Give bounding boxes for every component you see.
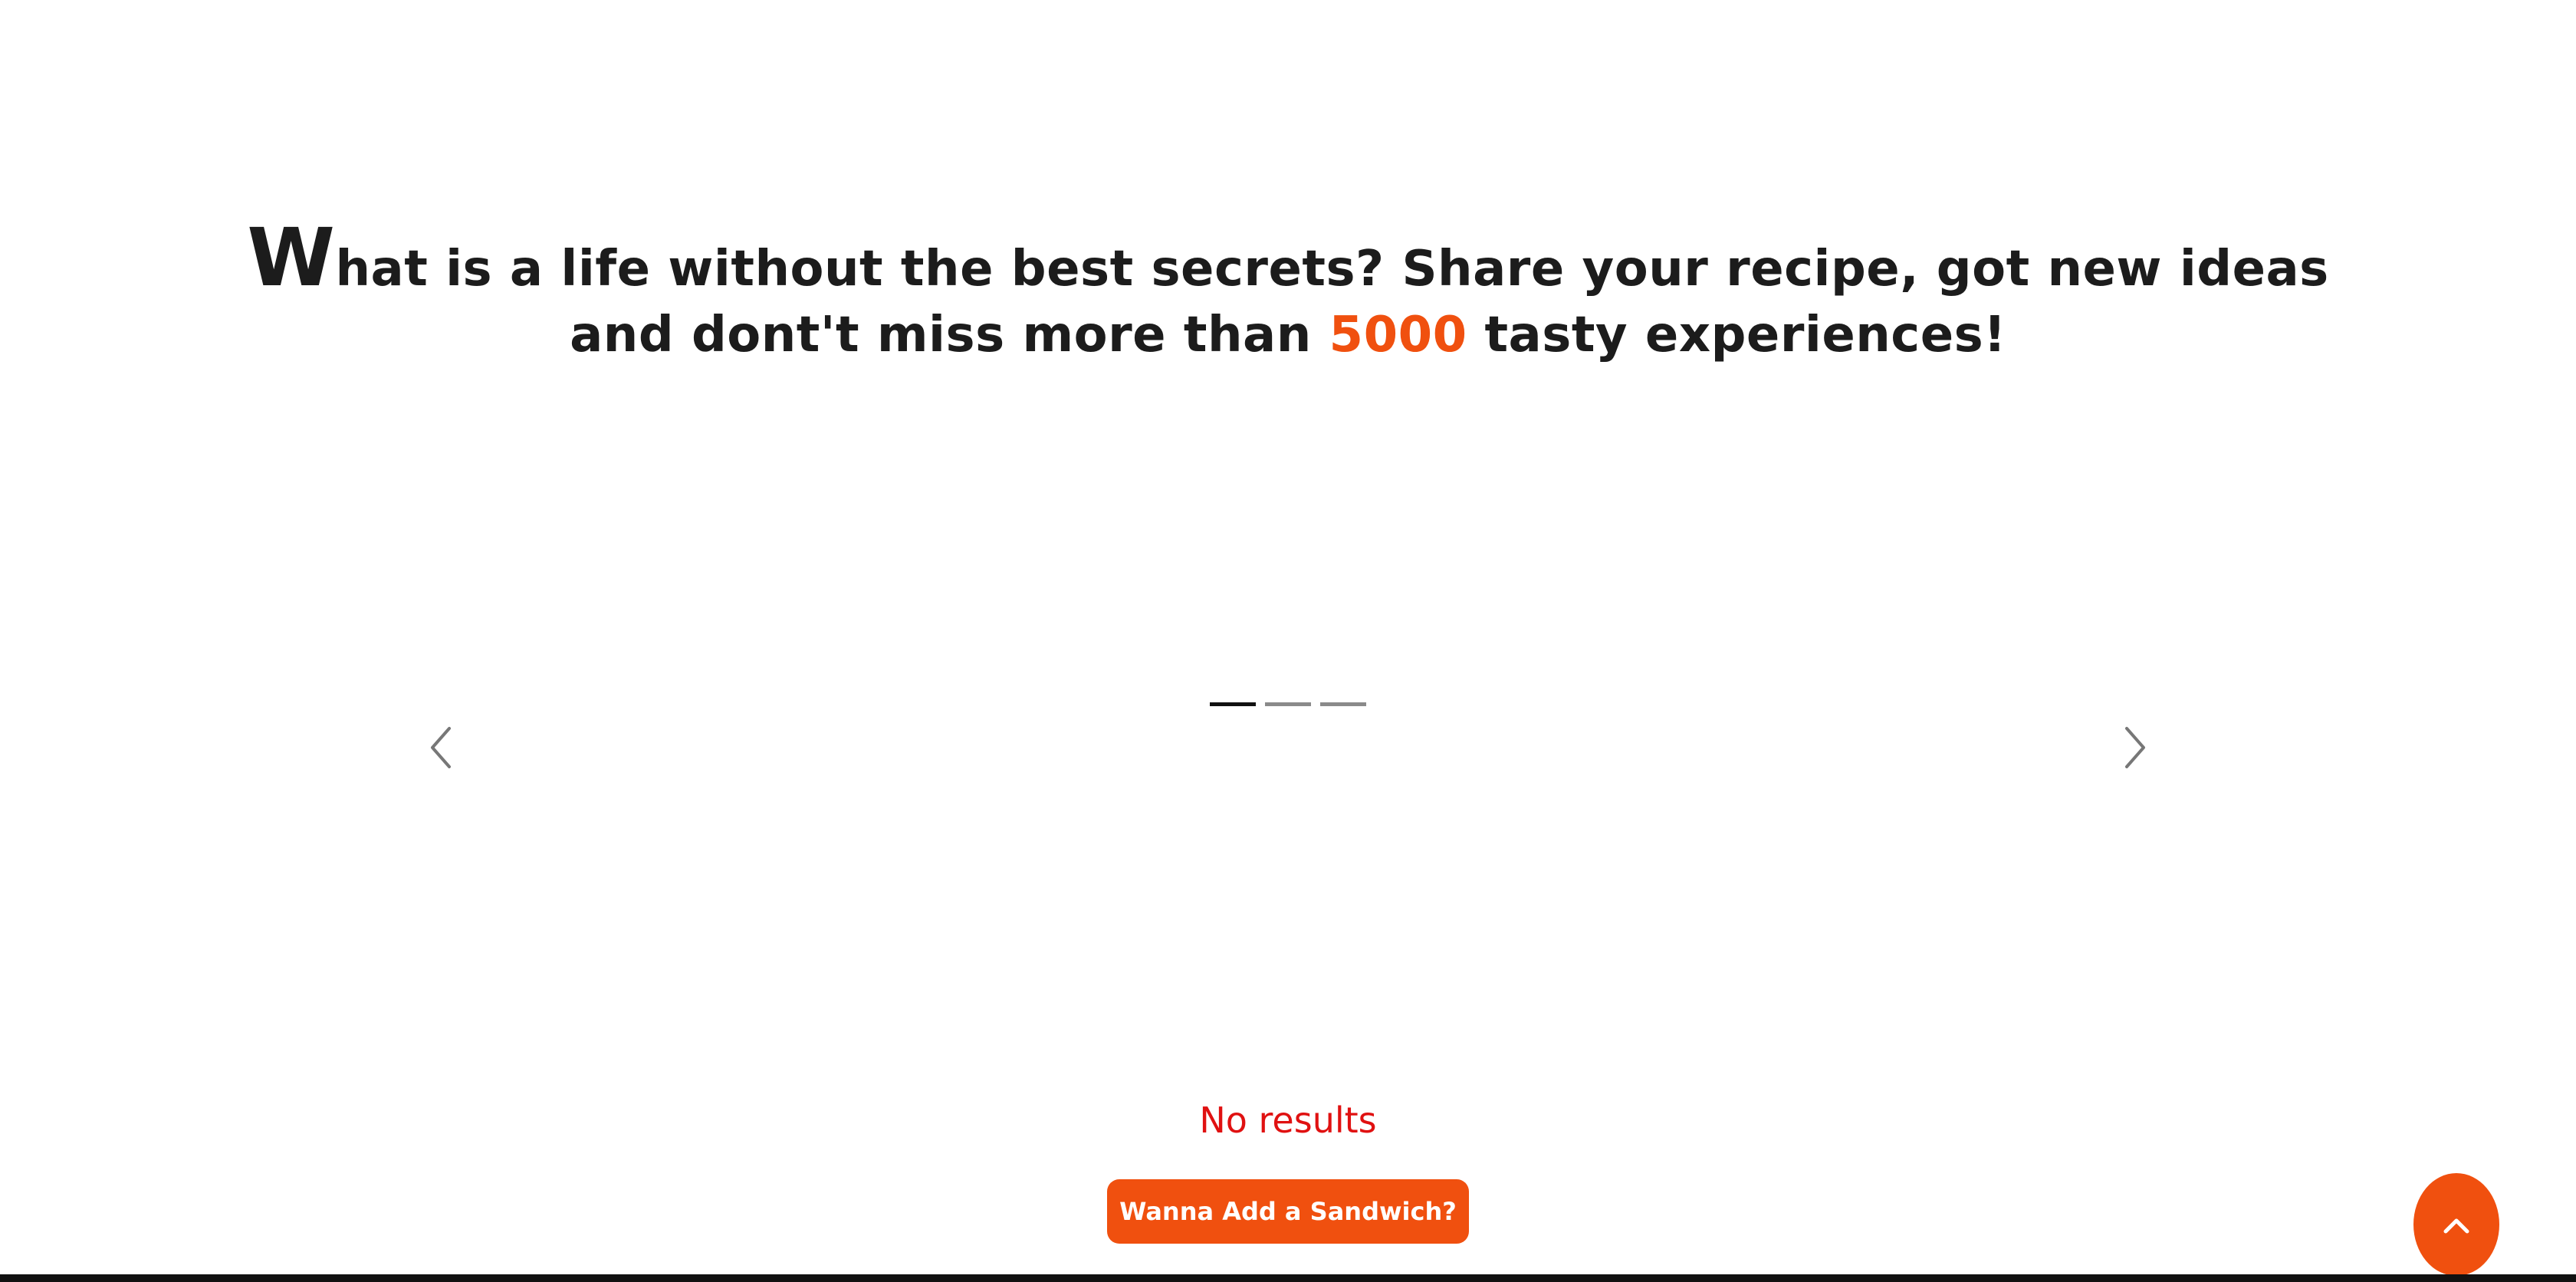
footer-bar <box>0 1274 2576 1282</box>
headline-line2-end: tasty experiences! <box>1467 306 2006 363</box>
carousel-indicator-2[interactable] <box>1265 702 1311 706</box>
headline-line2-start: and dont't miss more than <box>570 306 1329 363</box>
carousel-next-button[interactable] <box>2110 721 2156 774</box>
carousel-indicators <box>1210 702 1366 706</box>
scroll-to-top-button[interactable] <box>2413 1173 2499 1276</box>
carousel-indicator-1[interactable] <box>1210 702 1256 706</box>
chevron-left-icon <box>431 727 451 768</box>
recipe-count-highlight: 5000 <box>1329 306 1467 363</box>
page: What is a life without the best secrets?… <box>0 0 2576 1282</box>
carousel-indicator-3[interactable] <box>1320 702 1366 706</box>
chevron-right-icon <box>2125 727 2145 768</box>
carousel-prev-button[interactable] <box>420 721 466 774</box>
no-results-message: No results <box>1199 1100 1377 1141</box>
hero-headline: What is a life without the best secrets?… <box>230 218 2346 368</box>
add-sandwich-button[interactable]: Wanna Add a Sandwich? <box>1107 1179 1469 1244</box>
headline-line1: hat is a life without the best secrets? … <box>335 240 2329 297</box>
headline-dropcap: W <box>247 210 336 304</box>
chevron-up-icon <box>2443 1218 2469 1234</box>
